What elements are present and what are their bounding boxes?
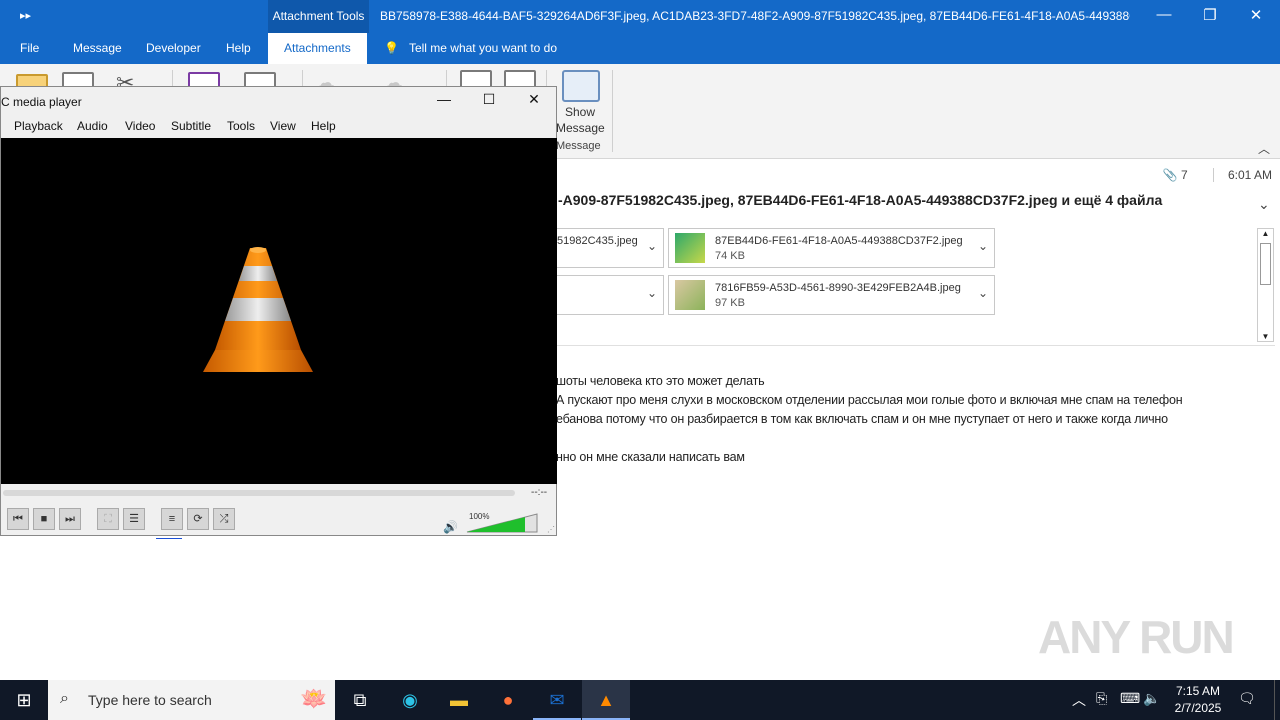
body-link-underline[interactable] (156, 538, 182, 539)
tell-me-label: Tell me what you want to do (408, 41, 558, 55)
vlc-maximize-icon[interactable]: ☐ (466, 91, 512, 108)
tray-device-icon[interactable]: ⎘ (1096, 690, 1107, 707)
ribbon-group-label: Message (556, 140, 601, 152)
search-placeholder: Type here to search (88, 692, 212, 708)
vlc-menu-help[interactable]: Help (311, 119, 336, 133)
attachment-count: 7 (1180, 168, 1188, 182)
collapse-ribbon-icon[interactable]: ︿ (1258, 140, 1270, 157)
body-line: шоты человека кто это может делать (556, 374, 765, 388)
next-icon[interactable]: ⏭ (59, 508, 81, 530)
vlc-minimize-icon[interactable]: — (421, 91, 467, 107)
attachment-item[interactable]: 87EB44D6-FE61-4F18-A0A5-449388CD37F2.jpe… (668, 228, 995, 268)
body-line: А пускают про меня слухи в московском от… (556, 393, 1183, 407)
close-icon[interactable]: ✕ (1233, 6, 1279, 24)
attachment-name: 51982C435.jpeg (557, 235, 638, 247)
fullscreen-icon[interactable]: ⛶ (97, 508, 119, 530)
stop-icon[interactable]: ■ (33, 508, 55, 530)
edge-icon[interactable]: ◉ (386, 680, 434, 720)
received-time: 6:01 AM (1212, 168, 1272, 182)
show-desktop-button[interactable] (1274, 680, 1275, 720)
message-subject: -A909-87F51982C435.jpeg, 87EB44D6-FE61-4… (558, 192, 1163, 208)
firefox-icon[interactable]: ● (484, 680, 532, 720)
shuffle-icon[interactable]: ⤮ (213, 508, 235, 530)
search-icon: ⌕ (60, 690, 69, 707)
tab-developer[interactable]: Developer (146, 33, 201, 64)
seek-bar[interactable] (3, 490, 515, 496)
vlc-close-icon[interactable]: ✕ (511, 91, 557, 108)
tray-expand-icon[interactable]: ︿ (1072, 690, 1086, 710)
attachment-size: 97 KB (715, 297, 745, 309)
quick-access-chevron-icon[interactable]: ▸▸ (20, 9, 31, 22)
vlc-menu-playback[interactable]: Playback (14, 119, 63, 133)
system-clock[interactable]: 7:15 AM 2/7/2025 (1168, 683, 1228, 717)
context-tab-label: Attachment Tools (268, 0, 369, 33)
tell-me-box[interactable]: 💡 Tell me what you want to do (384, 33, 557, 64)
windows-start-icon[interactable]: ⊞ (0, 680, 48, 720)
network-icon[interactable]: ⌨ (1120, 690, 1140, 707)
show-message-button[interactable]: Show Message (556, 104, 605, 136)
vlc-menu-tools[interactable]: Tools (227, 119, 255, 133)
video-area[interactable] (1, 138, 557, 484)
volume-slider[interactable] (465, 512, 539, 534)
chevron-down-icon[interactable]: ⌄ (647, 239, 657, 253)
chevron-down-icon[interactable]: ⌄ (978, 239, 988, 253)
tab-attachments[interactable]: Attachments (268, 33, 367, 64)
image-thumbnail (675, 233, 705, 263)
message-meta: 📎 7 6:01 AM (1163, 168, 1272, 182)
previous-icon[interactable]: ⏮ (7, 508, 29, 530)
chevron-down-icon[interactable]: ⌄ (647, 286, 657, 300)
taskbar-search[interactable]: ⌕ Type here to search 🪷 (48, 680, 335, 720)
file-explorer-icon[interactable]: ▬ (435, 680, 483, 720)
body-line: нно он мне сказали написать вам (556, 450, 745, 464)
vlc-menu-view[interactable]: View (270, 119, 296, 133)
lightbulb-icon: 💡 (384, 41, 399, 55)
clock-date: 2/7/2025 (1174, 701, 1222, 715)
show-message-icon[interactable] (562, 70, 600, 102)
vlc-cone-icon (203, 247, 313, 372)
vlc-window[interactable]: C media player — ☐ ✕ Playback Audio Vide… (0, 86, 557, 536)
body-line: ебанова потому что он разбирается в том … (556, 412, 1168, 426)
outlook-taskbar-icon[interactable]: ✉ (533, 680, 581, 720)
attachment-item[interactable]: 51982C435.jpeg ⌄ (540, 228, 664, 268)
loop-icon[interactable]: ⟳ (187, 508, 209, 530)
body-line (556, 429, 1276, 448)
paperclip-icon: 📎 (1162, 168, 1178, 182)
volume-tray-icon[interactable]: 🔈 (1143, 690, 1160, 707)
playlist-icon[interactable]: ≡ (161, 508, 183, 530)
clock-time: 7:15 AM (1175, 684, 1221, 698)
lotus-icon: 🪷 (300, 686, 328, 711)
tab-help[interactable]: Help (226, 33, 251, 64)
tab-file[interactable]: File (20, 33, 39, 64)
vlc-title: C media player (1, 95, 82, 109)
extended-settings-icon[interactable]: ☰ (123, 508, 145, 530)
chevron-down-icon[interactable]: ⌄ (978, 286, 988, 300)
vlc-menu-audio[interactable]: Audio (77, 119, 108, 133)
attachment-name: 87EB44D6-FE61-4F18-A0A5-449388CD37F2.jpe… (715, 235, 963, 247)
attachment-size: 74 KB (715, 250, 745, 262)
attachment-name: 7816FB59-A53D-4561-8990-3E429FEB2A4B.jpe… (715, 282, 961, 294)
task-view-icon[interactable]: ⧉ (336, 680, 384, 720)
vlc-taskbar-icon[interactable]: ▲ (582, 680, 630, 720)
speaker-icon[interactable]: 🔊 (443, 520, 458, 534)
expand-header-icon[interactable]: ⌄ (1258, 196, 1270, 213)
vlc-menu-video[interactable]: Video (125, 119, 155, 133)
minimize-icon[interactable]: — (1141, 6, 1187, 23)
vlc-menu-subtitle[interactable]: Subtitle (171, 119, 211, 133)
outlook-title-bar: ▸▸ Attachment Tools BB758978-E388-4644-B… (0, 0, 1280, 33)
resize-grip-icon[interactable]: ⋰ (547, 525, 555, 534)
attachments-scrollbar[interactable]: ▲ ▼ (1257, 228, 1274, 342)
notifications-icon[interactable]: 🗨 (1238, 690, 1256, 707)
attachment-item[interactable]: 7816FB59-A53D-4561-8990-3E429FEB2A4B.jpe… (668, 275, 995, 315)
tab-message[interactable]: Message (73, 33, 122, 64)
restore-icon[interactable]: ❐ (1187, 6, 1233, 24)
message-body: шоты человека кто это может делать А пус… (556, 372, 1276, 467)
vlc-time: --:-- (531, 487, 548, 498)
image-thumbnail (675, 280, 705, 310)
window-title: BB758978-E388-4644-BAF5-329264AD6F3F.jpe… (380, 9, 1130, 23)
ribbon-tabs: File Message Developer Help Attachments … (0, 33, 1280, 64)
attachment-item[interactable]: ⌄ (540, 275, 664, 315)
anyrun-watermark: ANY RUN (1038, 611, 1235, 663)
